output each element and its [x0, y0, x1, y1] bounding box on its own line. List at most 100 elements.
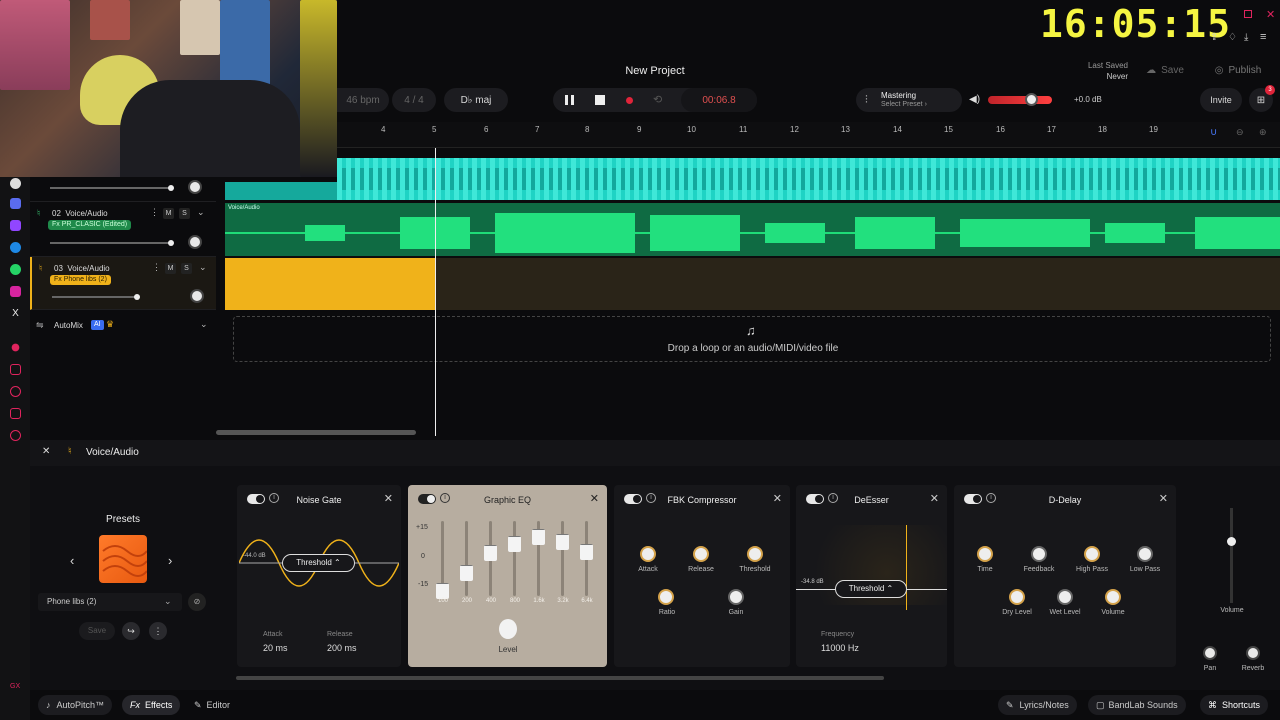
release-value[interactable]: 200 ms	[327, 643, 357, 653]
gain-knob[interactable]	[728, 589, 744, 605]
zoom-out-icon[interactable]: ⊖	[1236, 127, 1244, 138]
audio-region-01-start[interactable]	[225, 182, 337, 200]
master-volume-slider[interactable]	[988, 93, 1052, 106]
bell-outline-icon[interactable]: ♢	[1228, 32, 1237, 43]
stop-icon[interactable]	[595, 95, 605, 105]
fx-chip[interactable]: Fx PR_CLASIC (Edited)	[48, 220, 132, 230]
fx-horizontal-scrollbar[interactable]	[236, 676, 884, 680]
time-knob[interactable]	[977, 546, 993, 562]
audio-region-03[interactable]	[225, 258, 436, 310]
deesser-threshold-handle[interactable]: Threshold ⌃	[835, 580, 907, 598]
gate-threshold-handle[interactable]: Threshold ⌃	[282, 554, 355, 572]
eq-band-fader[interactable]	[508, 536, 521, 552]
timeline-ruler[interactable]: 4 5 6 7 8 9 10 11 12 13 14 15 16 17 18 1…	[337, 122, 1280, 148]
release-knob[interactable]	[693, 546, 709, 562]
solo-button[interactable]: S	[181, 263, 192, 274]
bell-icon[interactable]	[10, 364, 21, 375]
menu-icon[interactable]: ≡	[1260, 31, 1266, 43]
solo-button[interactable]: S	[179, 208, 190, 219]
high-pass-knob[interactable]	[1084, 546, 1100, 562]
save-button[interactable]: ☁ Save	[1134, 58, 1196, 82]
fx-volume-slider[interactable]	[1227, 508, 1236, 603]
chevron-down-icon[interactable]: ⌄	[199, 262, 207, 273]
playhead[interactable]	[435, 148, 436, 436]
dry-level-knob[interactable]	[1009, 589, 1025, 605]
whatsapp-icon[interactable]	[10, 264, 21, 275]
ratio-knob[interactable]	[658, 589, 674, 605]
settings-icon[interactable]	[10, 430, 21, 441]
eq-band-fader[interactable]	[460, 565, 473, 581]
pan-knob[interactable]	[190, 289, 204, 303]
close-icon[interactable]: ✕	[930, 492, 939, 505]
editor-button[interactable]: ✎ Editor	[186, 695, 238, 715]
pan-knob[interactable]	[188, 180, 202, 194]
eq-band-fader[interactable]	[436, 583, 449, 599]
threshold-knob[interactable]	[747, 546, 763, 562]
track-volume-slider[interactable]	[52, 294, 140, 300]
track-lane-03[interactable]	[436, 258, 1280, 310]
mastering-button[interactable]: ⫶ Mastering Select Preset ›	[856, 88, 962, 112]
magnet-icon[interactable]: ∪	[1210, 127, 1217, 138]
audio-region-01[interactable]	[337, 158, 1280, 200]
chevron-down-icon[interactable]: ⌄	[197, 207, 205, 218]
download-icon[interactable]: ⤓	[1244, 32, 1248, 43]
time-signature[interactable]: 4 / 4	[392, 88, 436, 112]
horizontal-scrollbar[interactable]	[216, 430, 416, 435]
window-close-icon[interactable]: ✕	[1266, 8, 1275, 21]
eq-band-track[interactable]	[513, 521, 516, 596]
track-header-02[interactable]: ♮ 02 Voice/Audio ⋮ M S ⌄ Fx PR_CLASIC (E…	[30, 202, 216, 257]
instagram-icon[interactable]	[10, 286, 21, 297]
more-icon[interactable]: ⋮	[149, 622, 167, 640]
preset-save-button[interactable]: Save	[79, 622, 115, 640]
low-pass-knob[interactable]	[1137, 546, 1153, 562]
window-restore-icon[interactable]	[1244, 10, 1252, 18]
share-icon[interactable]: ↪	[122, 622, 140, 640]
invite-button[interactable]: Invite	[1200, 88, 1242, 112]
volume-knob[interactable]	[1105, 589, 1121, 605]
automix-row[interactable]: ⇋ AutoMix AI ♛ ⌄	[30, 315, 216, 337]
eq-band-fader[interactable]	[580, 544, 593, 560]
lyrics-button[interactable]: ✎ Lyrics/Notes	[998, 695, 1077, 715]
x-icon[interactable]: X	[10, 308, 21, 319]
cube-icon[interactable]	[10, 408, 21, 419]
fx-volume-handle[interactable]	[1227, 537, 1236, 546]
app-icon[interactable]	[10, 198, 21, 209]
autopitch-button[interactable]: ♪ AutoPitch™	[38, 695, 113, 715]
shortcuts-button[interactable]: ⌘ Shortcuts	[1200, 695, 1269, 715]
eq-band-track[interactable]	[561, 521, 564, 596]
track-menu-icon[interactable]: ⋮	[150, 207, 159, 218]
track-header-01[interactable]	[30, 177, 216, 202]
track-lanes[interactable]: Voice/Audio ♫ Drop a loop or an audio/MI…	[216, 148, 1280, 436]
project-title[interactable]: New Project	[600, 65, 710, 77]
publish-button[interactable]: ◎ Publish	[1202, 58, 1274, 82]
attack-knob[interactable]	[640, 546, 656, 562]
zoom-in-icon[interactable]: ⊕	[1259, 127, 1267, 138]
close-icon[interactable]: ✕	[590, 492, 599, 505]
audio-region-02[interactable]: Voice/Audio	[225, 203, 1280, 256]
wet-level-knob[interactable]	[1057, 589, 1073, 605]
preset-select[interactable]: Phone libs (2) ⌄	[38, 593, 182, 611]
feedback-knob[interactable]	[1031, 546, 1047, 562]
chevron-left-icon[interactable]: ‹	[70, 553, 74, 568]
speaker-icon[interactable]: ◀)	[969, 94, 980, 105]
messenger-icon[interactable]	[10, 242, 21, 253]
loop-icon[interactable]: ⟲	[653, 93, 662, 106]
history-icon[interactable]	[10, 386, 21, 397]
close-icon[interactable]: ✕	[773, 492, 782, 505]
pan-knob[interactable]	[188, 235, 202, 249]
drop-zone[interactable]: ♫ Drop a loop or an audio/MIDI/video fil…	[233, 316, 1271, 362]
cart-button[interactable]: ⊞ 3	[1249, 85, 1275, 112]
track-volume-slider[interactable]	[50, 185, 174, 191]
close-icon[interactable]: ✕	[1159, 492, 1168, 505]
chevron-down-icon[interactable]: ⌄	[200, 319, 208, 330]
mute-button[interactable]: M	[163, 208, 174, 219]
pause-icon[interactable]	[563, 93, 577, 107]
key-selector[interactable]: D♭ maj	[444, 88, 508, 112]
level-knob[interactable]	[499, 619, 517, 639]
chevron-right-icon[interactable]: ›	[168, 553, 172, 568]
fx-pan-knob[interactable]	[1203, 646, 1217, 660]
track-menu-icon[interactable]: ⋮	[152, 262, 161, 273]
attack-value[interactable]: 20 ms	[263, 643, 288, 653]
eq-band-fader[interactable]	[532, 529, 545, 545]
fx-reverb-knob[interactable]	[1246, 646, 1260, 660]
